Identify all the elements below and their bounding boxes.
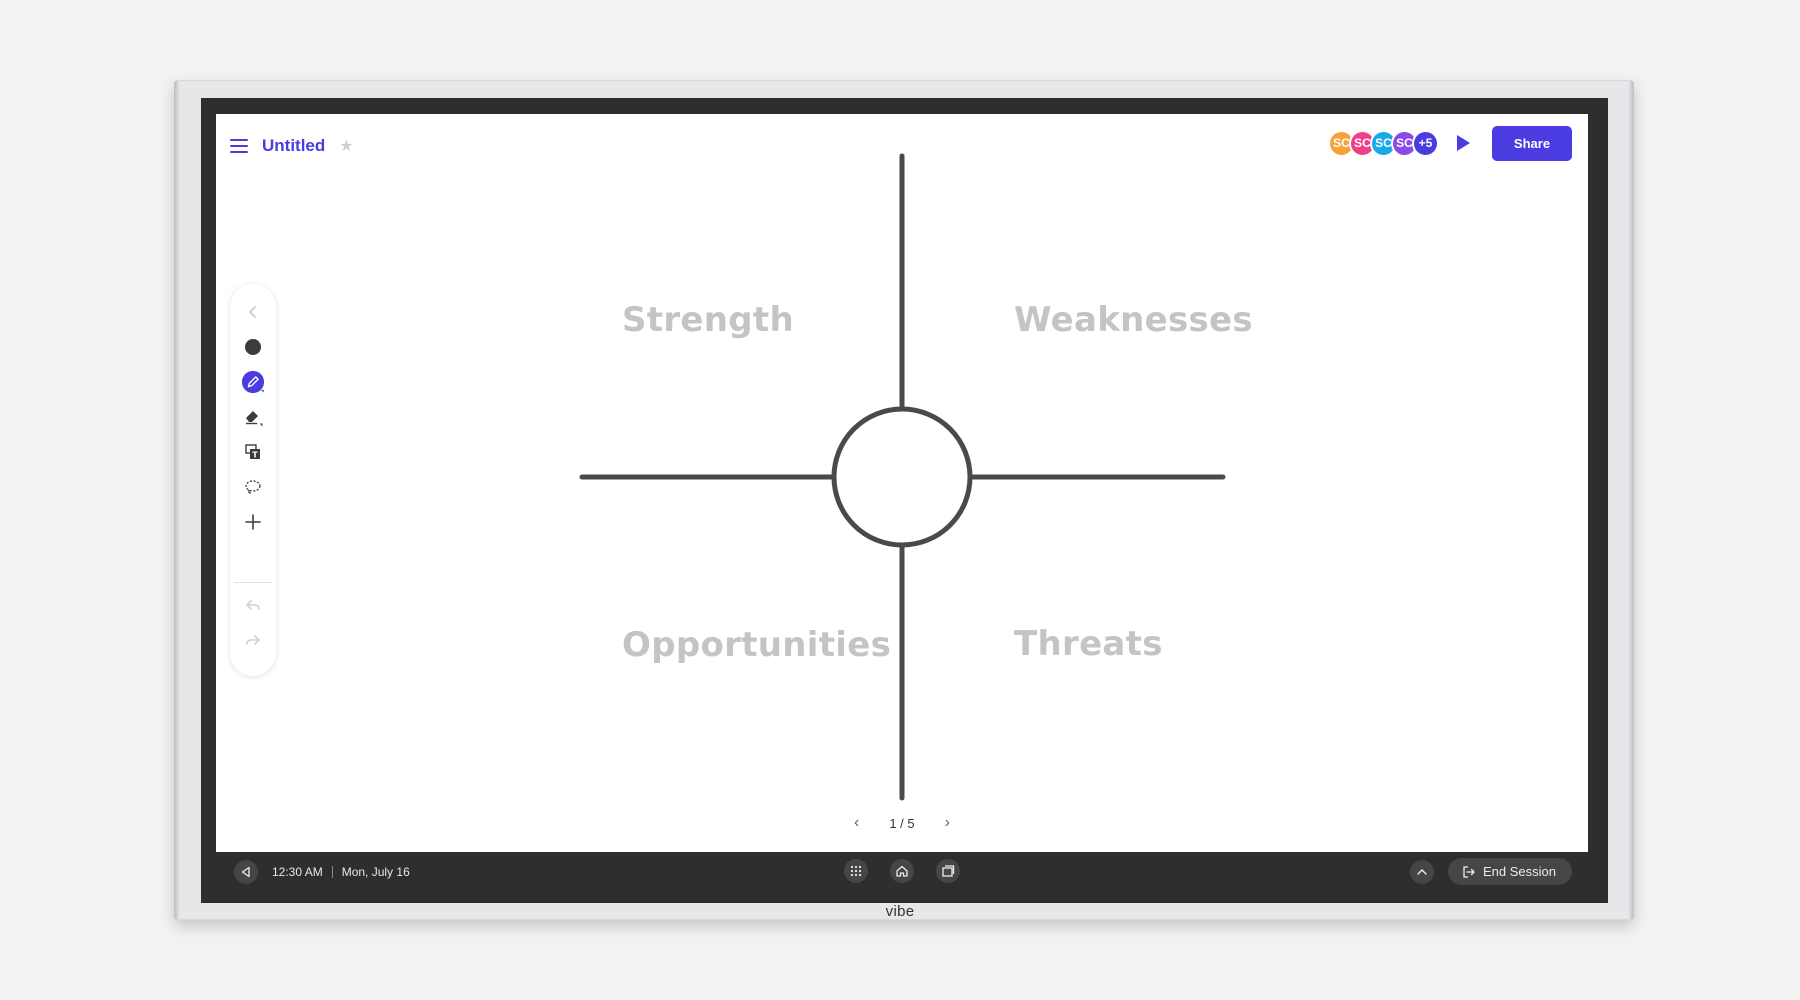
lasso-icon[interactable] (241, 475, 265, 499)
quadrant-label-opportunities: Opportunities (622, 625, 892, 665)
quadrant-label-threats: Threats (1014, 624, 1163, 664)
svg-text:T: T (252, 451, 258, 460)
share-button[interactable]: Share (1492, 125, 1572, 161)
end-session-button[interactable]: End Session (1448, 858, 1572, 885)
menu-icon[interactable] (230, 139, 248, 153)
brand-label: vibe (885, 903, 915, 920)
exit-icon (1463, 865, 1475, 878)
drawing-toolbar: T (230, 284, 276, 676)
star-icon[interactable]: ★ (339, 136, 353, 156)
center-circle (831, 406, 973, 548)
end-session-label: End Session (1483, 864, 1556, 879)
swot-diagram (579, 153, 1226, 801)
pen-icon[interactable] (241, 370, 265, 394)
document-header: Untitled ★ (230, 132, 354, 160)
home-icon[interactable] (890, 859, 914, 883)
eraser-icon[interactable] (241, 405, 265, 429)
quadrant-label-weaknesses: Weaknesses (1014, 300, 1253, 340)
prev-page-icon[interactable]: ‹ (854, 814, 859, 832)
present-play-icon[interactable] (1457, 135, 1470, 151)
undo-icon[interactable] (241, 594, 265, 618)
redo-icon[interactable] (241, 629, 265, 653)
swot-board[interactable]: Strength Weaknesses Opportunities Threat… (216, 114, 1588, 852)
collaboration-controls: SC SC SC SC +5 Share (1328, 125, 1572, 161)
toolbar-divider (234, 582, 272, 583)
more-participants-badge[interactable]: +5 (1412, 129, 1439, 157)
recent-apps-icon[interactable] (936, 859, 960, 883)
page-indicator: 1 / 5 (889, 815, 915, 831)
whiteboard-screen: Strength Weaknesses Opportunities Threat… (216, 114, 1588, 852)
document-title[interactable]: Untitled (262, 136, 325, 156)
participant-avatars[interactable]: SC SC SC SC +5 (1328, 129, 1439, 157)
page-navigator: ‹ 1 / 5 › (216, 812, 1588, 834)
collapse-icon[interactable] (241, 300, 265, 324)
text-box-icon[interactable]: T (241, 440, 265, 464)
chevron-up-icon[interactable] (1410, 859, 1434, 884)
apps-grid-icon[interactable] (844, 859, 868, 883)
system-nav (216, 859, 1588, 883)
system-bar: 12:30 AM Mon, July 16 End Session (216, 852, 1588, 891)
session-controls: End Session (1410, 858, 1572, 885)
add-icon[interactable] (241, 510, 265, 534)
next-page-icon[interactable]: › (945, 814, 950, 832)
color-dot-icon[interactable] (241, 335, 265, 359)
quadrant-label-strength: Strength (622, 300, 794, 340)
